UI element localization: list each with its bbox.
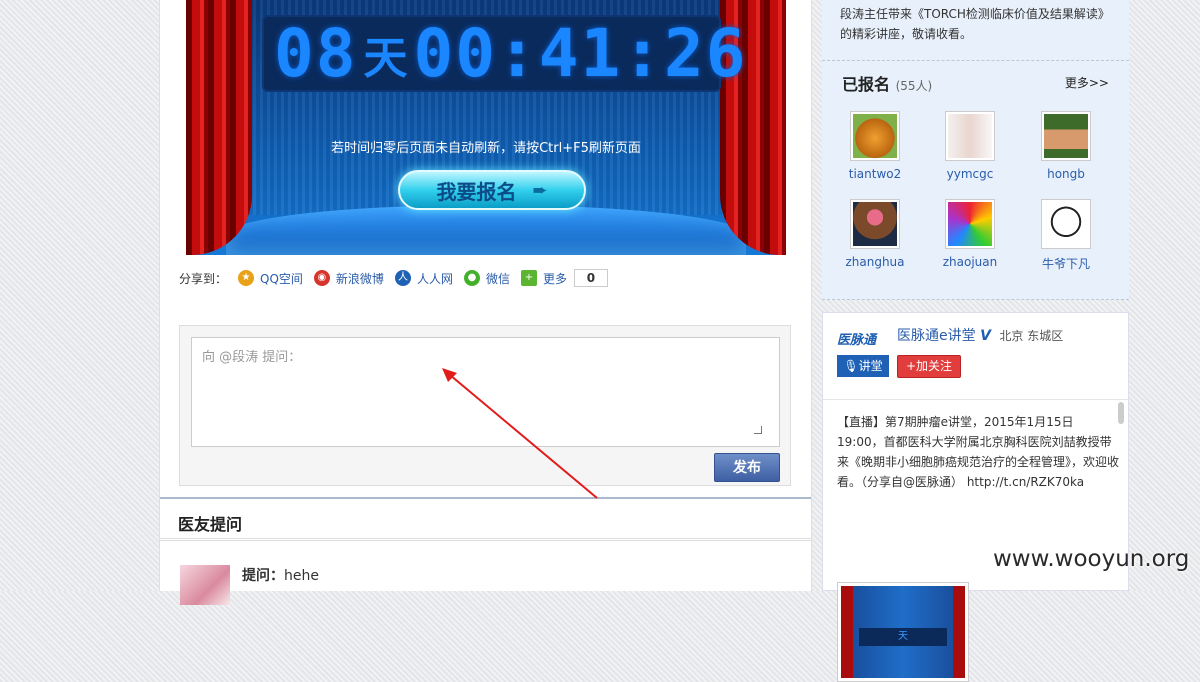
annotation-arrow bbox=[442, 368, 598, 499]
watermark: www.wooyun.org bbox=[993, 546, 1190, 572]
post-thumbnail[interactable]: 天 bbox=[837, 582, 969, 682]
thumbnail-clock: 天 bbox=[859, 628, 947, 646]
